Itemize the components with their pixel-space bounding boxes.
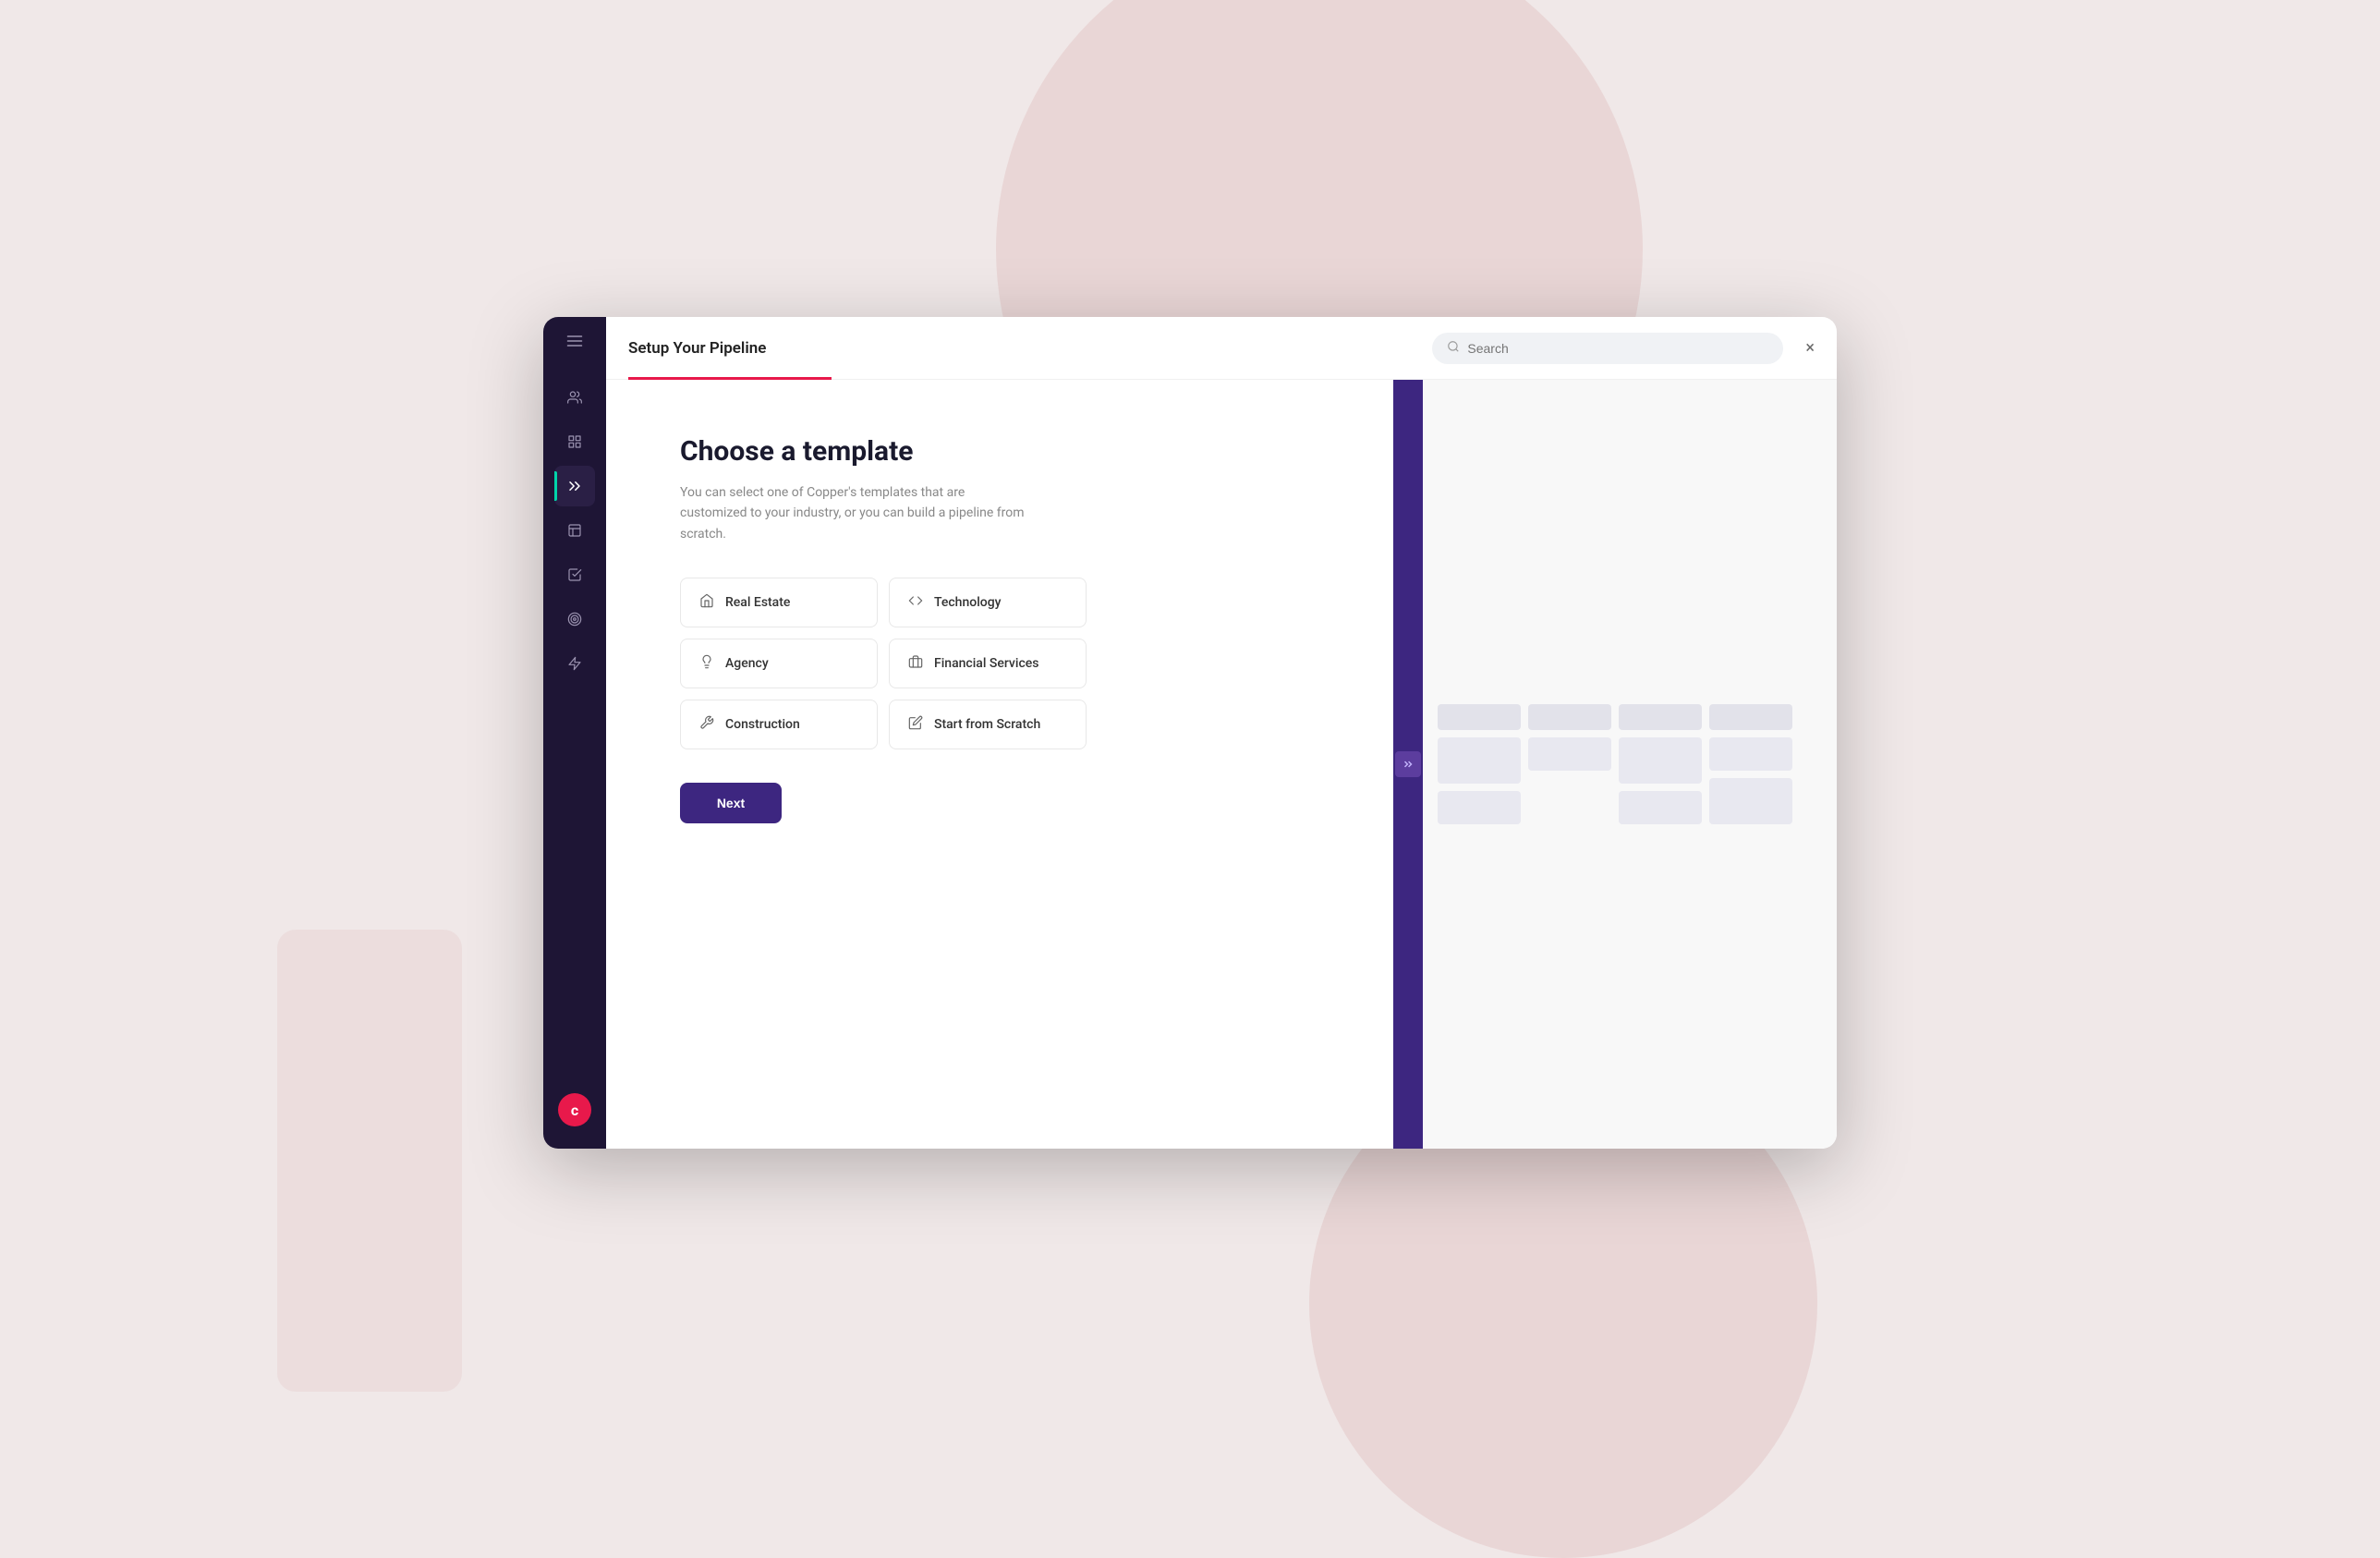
pipeline-sidebar-bar	[1393, 380, 1423, 1149]
template-construction-label: Construction	[725, 717, 800, 732]
col-header-2	[1528, 704, 1611, 730]
template-agency[interactable]: Agency	[680, 639, 878, 688]
header-title: Setup Your Pipeline	[628, 339, 766, 358]
template-agency-label: Agency	[725, 656, 769, 671]
card-placeholder-3	[1528, 737, 1611, 771]
sidebar-item-contacts[interactable]	[554, 377, 595, 418]
sidebar-nav	[554, 377, 595, 1093]
sidebar-item-goals[interactable]	[554, 599, 595, 639]
template-financial-label: Financial Services	[934, 656, 1038, 671]
col-header-1	[1438, 704, 1521, 730]
card-placeholder-4	[1619, 737, 1702, 784]
menu-icon[interactable]	[565, 332, 584, 355]
code-icon	[908, 593, 923, 612]
choose-template-description: You can select one of Copper's templates…	[680, 482, 1031, 544]
card-placeholder-1	[1438, 737, 1521, 784]
search-input[interactable]	[1467, 341, 1768, 356]
bg-rect-left	[277, 930, 462, 1392]
main-panel: Setup Your Pipeline × Choose a template …	[606, 317, 1837, 1149]
sidebar-item-automation[interactable]	[554, 643, 595, 684]
sidebar-item-reports[interactable]	[554, 510, 595, 551]
template-real-estate-label: Real Estate	[725, 595, 790, 610]
search-icon	[1447, 340, 1460, 357]
pipeline-chevron	[1395, 751, 1421, 777]
content-area: Choose a template You can select one of …	[606, 380, 1837, 1149]
col-header-4	[1709, 704, 1792, 730]
choose-template-title: Choose a template	[680, 435, 1338, 468]
card-placeholder-2	[1438, 791, 1521, 824]
pipeline-col-4	[1709, 704, 1792, 824]
template-start-from-scratch[interactable]: Start from Scratch	[889, 700, 1087, 749]
app-container: c Setup Your Pipeline × C	[543, 317, 1837, 1149]
sidebar-item-tasks[interactable]	[554, 554, 595, 595]
pipeline-col-1	[1438, 704, 1521, 824]
header: Setup Your Pipeline ×	[606, 317, 1837, 380]
app-logo: c	[558, 1093, 591, 1126]
template-scratch-label: Start from Scratch	[934, 717, 1040, 732]
pipeline-col-2	[1528, 704, 1611, 771]
sidebar: c	[543, 317, 606, 1149]
lightbulb-icon	[699, 654, 714, 673]
col-header-3	[1619, 704, 1702, 730]
card-placeholder-7	[1709, 778, 1792, 824]
left-content: Choose a template You can select one of …	[606, 380, 1393, 1149]
template-real-estate[interactable]: Real Estate	[680, 578, 878, 627]
sidebar-item-pipeline[interactable]	[554, 466, 595, 506]
search-bar[interactable]	[1432, 333, 1783, 364]
next-button[interactable]: Next	[680, 783, 782, 823]
card-placeholder-5	[1619, 791, 1702, 824]
pipeline-preview	[1393, 380, 1837, 1149]
template-financial-services[interactable]: Financial Services	[889, 639, 1087, 688]
logo-letter: c	[571, 1102, 578, 1119]
template-construction[interactable]: Construction	[680, 700, 878, 749]
pipeline-col-3	[1619, 704, 1702, 824]
right-panel	[1393, 380, 1837, 1149]
wrench-icon	[699, 715, 714, 734]
sidebar-item-dashboard[interactable]	[554, 421, 595, 462]
card-placeholder-6	[1709, 737, 1792, 771]
template-technology[interactable]: Technology	[889, 578, 1087, 627]
active-indicator	[554, 471, 557, 501]
template-grid: Real Estate Technology	[680, 578, 1087, 749]
edit-icon	[908, 715, 923, 734]
close-button[interactable]: ×	[1805, 340, 1815, 357]
header-underline	[628, 377, 832, 380]
briefcase-icon	[908, 654, 923, 673]
home-icon	[699, 593, 714, 612]
pipeline-columns	[1423, 686, 1807, 843]
template-technology-label: Technology	[934, 595, 1002, 610]
